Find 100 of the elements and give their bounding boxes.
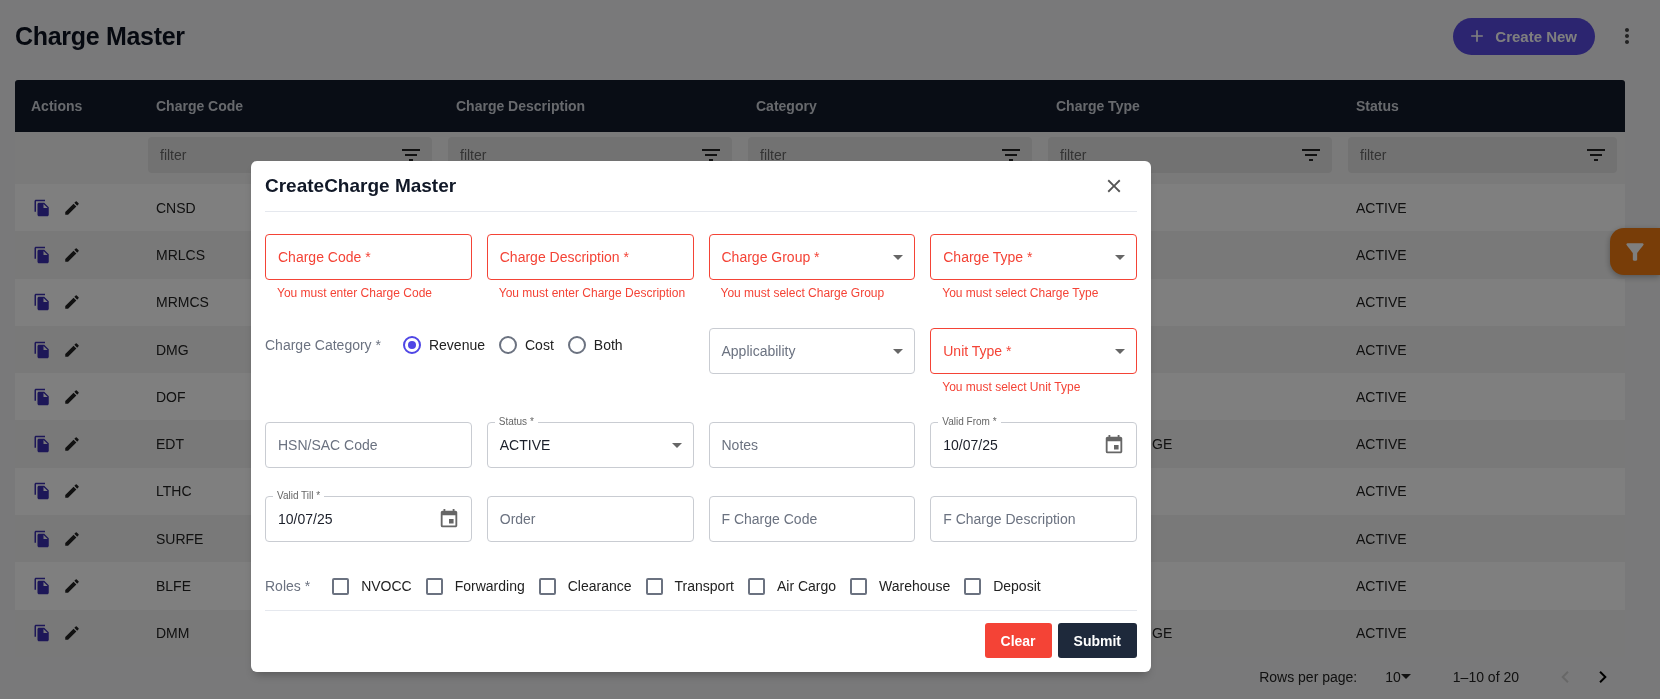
select-field[interactable]: Charge Group *: [708, 234, 916, 280]
input-field[interactable]: F Charge Description: [930, 496, 1137, 542]
filter-field[interactable]: filter: [1348, 137, 1617, 173]
copy-icon[interactable]: [33, 293, 51, 312]
rows-per-page-select[interactable]: 10: [1385, 668, 1411, 685]
clear-button[interactable]: Clear: [984, 623, 1052, 658]
role-checkbox[interactable]: Warehouse: [850, 577, 951, 595]
copy-icon[interactable]: [33, 624, 51, 643]
column-header[interactable]: Charge Description: [440, 98, 740, 114]
role-checkbox[interactable]: Transport: [645, 577, 734, 595]
table-cell: GE: [1152, 625, 1173, 642]
input-field[interactable]: Order: [486, 496, 694, 542]
floating-label: Valid From *: [938, 416, 1001, 428]
filter-icon: [702, 149, 720, 161]
pencil-icon[interactable]: [63, 245, 81, 264]
copy-icon[interactable]: [33, 387, 51, 406]
table-cell: ACTIVE: [1356, 436, 1407, 453]
page-title: Charge Master: [15, 21, 185, 51]
table-cell: DMM: [156, 625, 190, 642]
role-checkbox[interactable]: Air Cargo: [747, 577, 837, 595]
error-message: You must select Charge Group: [720, 286, 886, 300]
radio-option[interactable]: Cost: [499, 336, 554, 354]
pencil-icon[interactable]: [63, 387, 81, 406]
column-header[interactable]: Charge Code: [140, 98, 440, 114]
copy-icon[interactable]: [33, 482, 51, 501]
calendar-icon[interactable]: [1103, 434, 1125, 456]
pencil-icon[interactable]: [63, 577, 81, 595]
error-message: You must select Charge Type: [942, 286, 1100, 300]
select-field[interactable]: Applicability: [708, 328, 916, 374]
error-message: You must enter Charge Description: [498, 286, 687, 300]
chevron-right-icon[interactable]: [1599, 670, 1607, 683]
submit-button[interactable]: Submit: [1057, 623, 1137, 658]
pencil-icon[interactable]: [63, 482, 81, 501]
input-field[interactable]: Charge Description *: [486, 234, 694, 280]
table-cell: ACTIVE: [1356, 625, 1407, 642]
field-label: Roles *: [265, 578, 311, 594]
table-cell: ACTIVE: [1356, 341, 1407, 358]
pencil-icon[interactable]: [63, 198, 81, 217]
dropdown-caret-icon: [671, 442, 682, 448]
role-checkbox[interactable]: Deposit: [964, 577, 1041, 595]
page-range: 1–10 of 20: [1452, 668, 1519, 685]
column-header[interactable]: Category: [740, 98, 1040, 114]
role-checkbox[interactable]: Forwarding: [425, 577, 525, 595]
floating-label: Valid Till *: [273, 490, 325, 502]
dialog-title: CreateCharge Master: [265, 175, 457, 197]
copy-icon[interactable]: [33, 245, 51, 264]
floating-label: Status *: [494, 416, 538, 428]
select-field[interactable]: Charge Type *: [930, 234, 1137, 280]
error-message: You must enter Charge Code: [277, 286, 433, 300]
role-checkbox[interactable]: Clearance: [538, 577, 632, 595]
copy-icon[interactable]: [33, 340, 51, 359]
table-cell: SURFE: [156, 530, 204, 547]
filter-icon: [402, 149, 420, 161]
input-field[interactable]: HSN/SAC Code: [265, 422, 472, 468]
copy-icon[interactable]: [33, 577, 51, 595]
table-cell: MRLCS: [156, 246, 205, 263]
input-field[interactable]: Notes: [708, 422, 916, 468]
error-message: You must select Unit Type: [942, 380, 1082, 394]
rows-per-page-label: Rows per page:: [1259, 668, 1358, 685]
copy-icon[interactable]: [33, 435, 51, 454]
pencil-icon[interactable]: [63, 293, 81, 312]
select-field[interactable]: Unit Type *: [930, 328, 1137, 374]
table-cell: GE: [1152, 436, 1173, 453]
input-field[interactable]: Charge Code *: [265, 234, 472, 280]
table-cell: LTHC: [156, 483, 192, 500]
filter-icon: [1587, 149, 1605, 161]
column-header[interactable]: Actions: [15, 98, 140, 114]
create-new-button[interactable]: Create New: [1453, 17, 1595, 55]
table-cell: MRMCS: [156, 294, 209, 311]
table-cell: CNSD: [156, 199, 196, 216]
table-cell: ACTIVE: [1356, 483, 1407, 500]
table-cell: ACTIVE: [1356, 199, 1407, 216]
copy-icon[interactable]: [33, 529, 51, 548]
table-cell: DOF: [156, 388, 186, 405]
dropdown-caret-icon: [893, 254, 904, 260]
role-checkbox[interactable]: NVOCC: [332, 577, 412, 595]
table-cell: ACTIVE: [1356, 246, 1407, 263]
radio-option[interactable]: Both: [567, 336, 623, 354]
dropdown-caret-icon: [1115, 348, 1125, 354]
pencil-icon[interactable]: [63, 624, 81, 643]
table-cell: BLFE: [156, 578, 191, 594]
table-cell: ACTIVE: [1356, 294, 1407, 311]
filter-icon: [1002, 149, 1020, 161]
dropdown-caret-icon: [893, 348, 904, 354]
pencil-icon[interactable]: [63, 529, 81, 548]
column-header[interactable]: Charge Type: [1040, 98, 1340, 114]
radio-option[interactable]: Revenue: [402, 336, 485, 354]
table-cell: ACTIVE: [1356, 530, 1407, 547]
pencil-icon[interactable]: [63, 340, 81, 359]
table-cell: DMG: [156, 341, 189, 358]
dropdown-caret-icon: [1115, 254, 1125, 260]
column-header[interactable]: Status: [1340, 98, 1625, 114]
table-cell: EDT: [156, 436, 184, 453]
input-field[interactable]: F Charge Code: [708, 496, 916, 542]
field-label: Charge Category *: [265, 337, 381, 353]
dropdown-caret-icon: [1400, 674, 1411, 680]
copy-icon[interactable]: [33, 198, 51, 217]
pencil-icon[interactable]: [63, 435, 81, 454]
table-cell: ACTIVE: [1356, 578, 1407, 594]
filter-icon: [1302, 149, 1320, 161]
